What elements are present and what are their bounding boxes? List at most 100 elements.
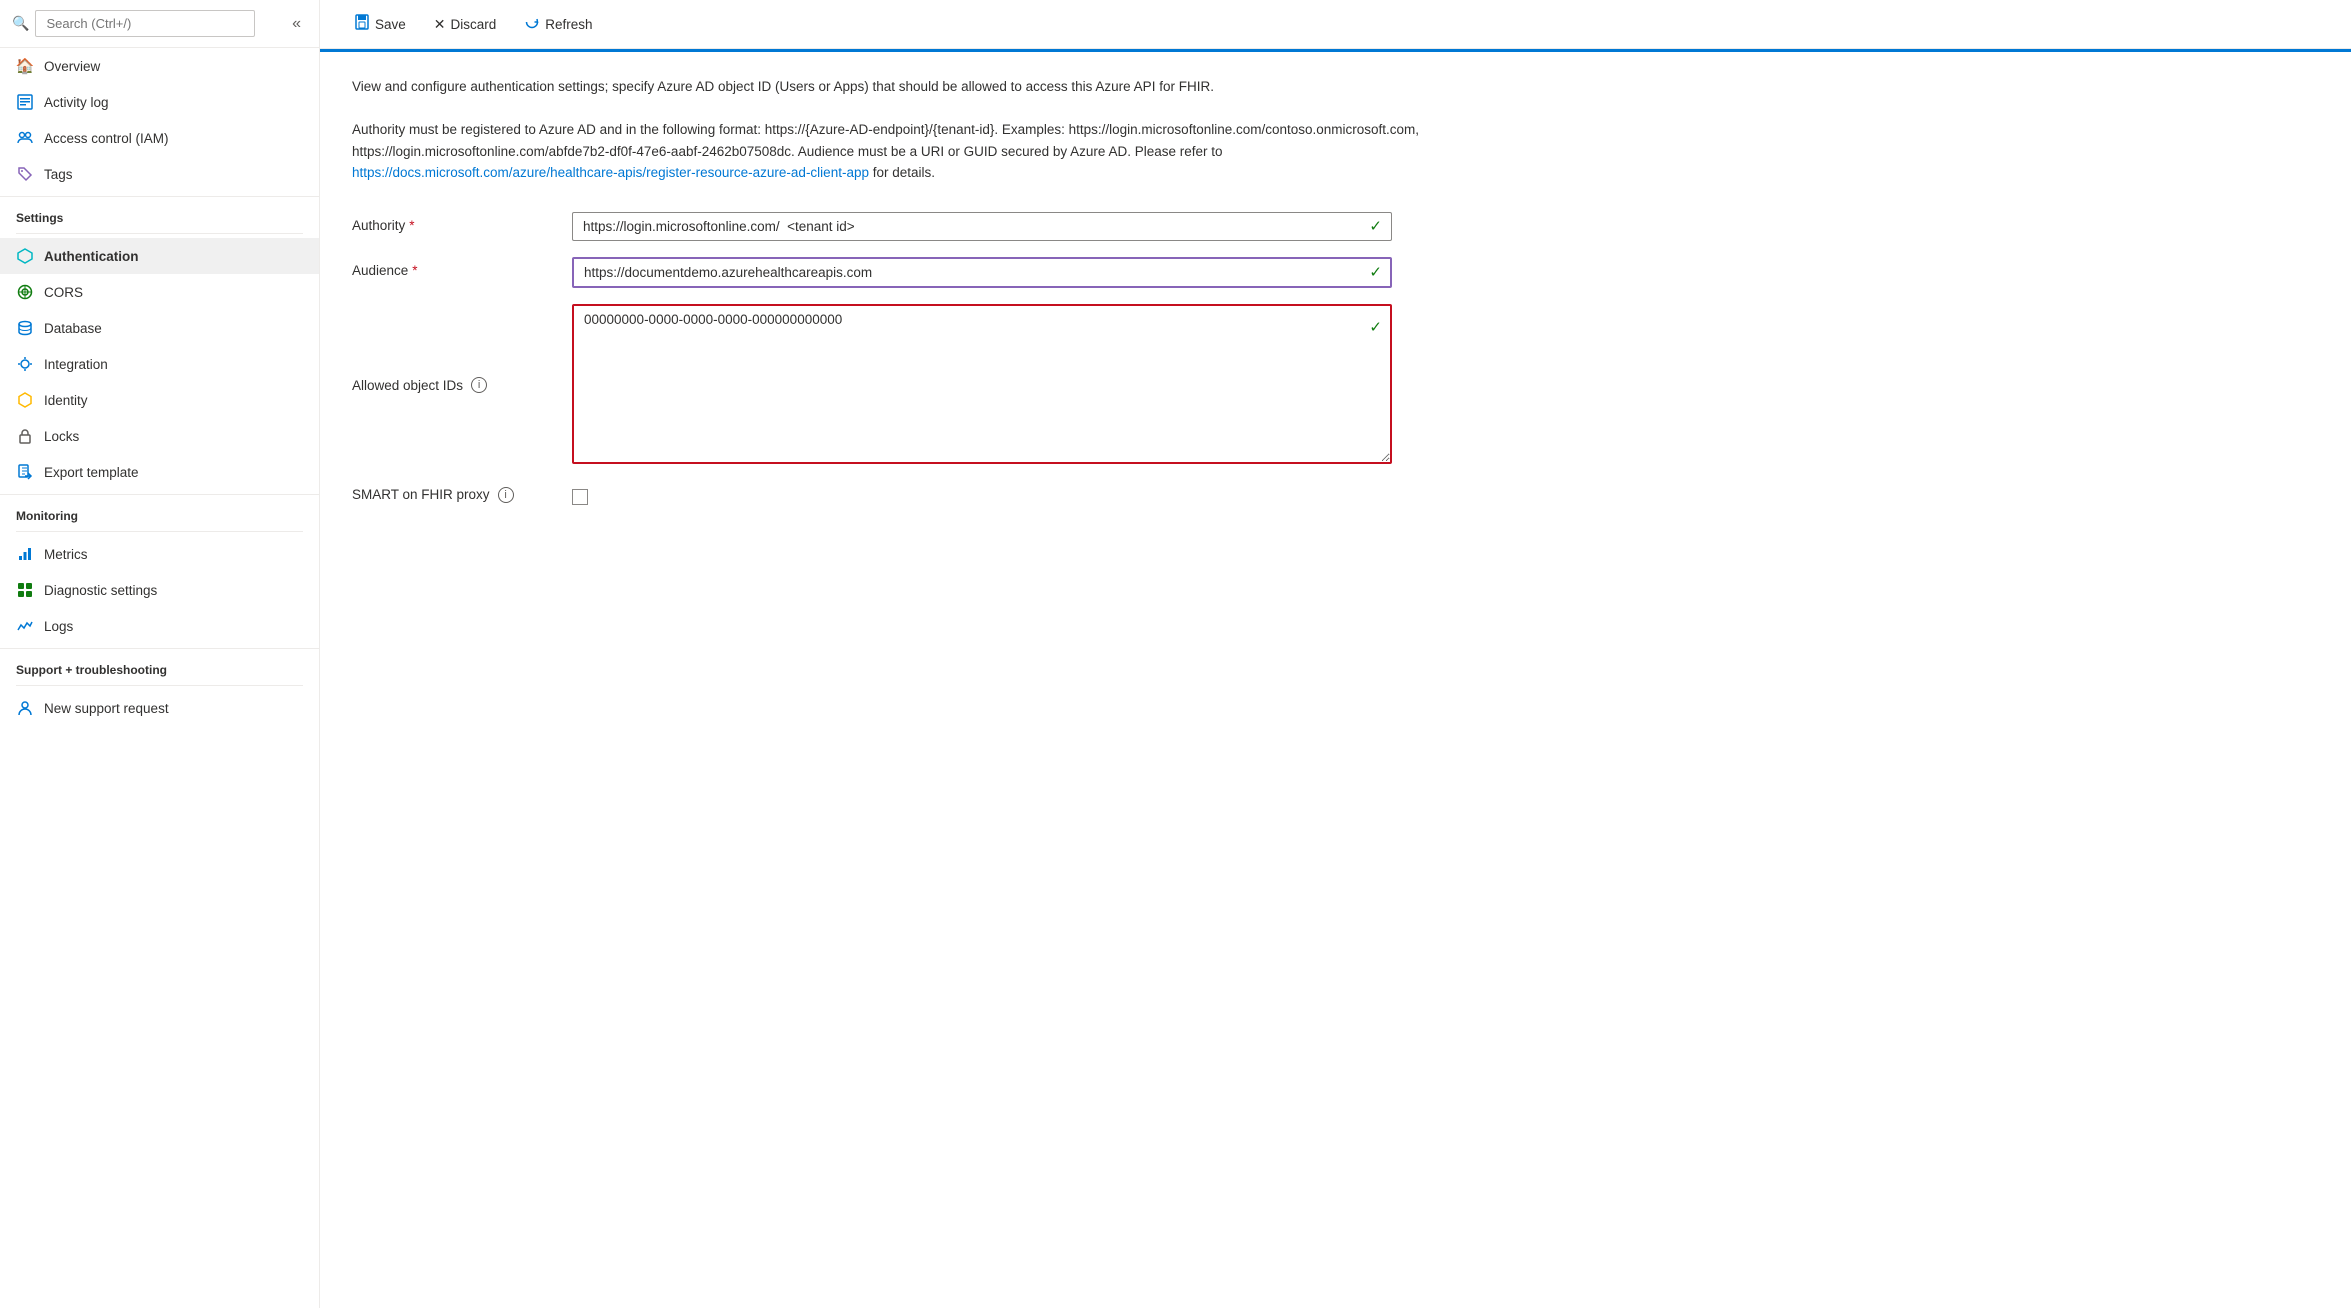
allowed-object-ids-valid-icon: ✓	[1369, 318, 1382, 336]
sidebar-item-logs[interactable]: Logs	[0, 608, 319, 644]
sidebar-item-label: Locks	[44, 429, 79, 444]
authority-valid-icon: ✓	[1369, 217, 1382, 235]
sidebar: 🔍 « 🏠 Overview Activity log Access contr…	[0, 0, 320, 1308]
audience-input[interactable]	[572, 257, 1392, 288]
metrics-icon	[16, 545, 34, 563]
sidebar-item-access-control[interactable]: Access control (IAM)	[0, 120, 319, 156]
audience-required: *	[412, 263, 417, 278]
sidebar-item-label: Authentication	[44, 249, 139, 264]
monitoring-divider	[16, 531, 303, 532]
sidebar-item-label: CORS	[44, 285, 83, 300]
authority-input[interactable]	[572, 212, 1392, 241]
sidebar-item-overview[interactable]: 🏠 Overview	[0, 48, 319, 84]
smart-fhir-label: SMART on FHIR proxy i	[352, 475, 572, 515]
description-text2: Authority must be registered to Azure AD…	[352, 122, 1419, 159]
authority-label-text: Authority	[352, 218, 405, 233]
authority-required: *	[409, 218, 414, 233]
settings-section-label: Settings	[0, 196, 319, 229]
activity-log-icon	[16, 93, 34, 111]
monitoring-section-label: Monitoring	[0, 494, 319, 527]
sidebar-item-label: Activity log	[44, 95, 109, 110]
save-icon	[354, 14, 370, 34]
cors-icon	[16, 283, 34, 301]
sidebar-item-authentication[interactable]: Authentication	[0, 238, 319, 274]
smart-fhir-checkbox[interactable]	[572, 489, 588, 505]
sidebar-item-label: Diagnostic settings	[44, 583, 157, 598]
sidebar-item-cors[interactable]: CORS	[0, 274, 319, 310]
allowed-object-ids-label-text: Allowed object IDs	[352, 378, 463, 393]
sidebar-item-label: Logs	[44, 619, 73, 634]
sidebar-item-label: New support request	[44, 701, 169, 716]
search-input[interactable]	[35, 10, 255, 37]
description-block: View and configure authentication settin…	[352, 76, 1452, 184]
sidebar-item-label: Tags	[44, 167, 73, 182]
sidebar-item-label: Overview	[44, 59, 100, 74]
sidebar-item-label: Database	[44, 321, 102, 336]
integration-icon	[16, 355, 34, 373]
sidebar-item-activity-log[interactable]: Activity log	[0, 84, 319, 120]
authority-field: ✓	[572, 204, 1452, 249]
overview-icon: 🏠	[16, 57, 34, 75]
sidebar-item-identity[interactable]: Identity	[0, 382, 319, 418]
description-text3: for details.	[869, 165, 935, 180]
content-area: View and configure authentication settin…	[320, 49, 2351, 1308]
allowed-object-ids-label: Allowed object IDs i	[352, 296, 572, 475]
sidebar-item-metrics[interactable]: Metrics	[0, 536, 319, 572]
authority-label: Authority *	[352, 204, 572, 249]
sidebar-item-database[interactable]: Database	[0, 310, 319, 346]
collapse-button[interactable]: «	[286, 13, 307, 35]
toolbar: Save ✕ Discard Refresh	[320, 0, 2351, 49]
main-content: Save ✕ Discard Refresh View and configur…	[320, 0, 2351, 1308]
sidebar-item-tags[interactable]: Tags	[0, 156, 319, 192]
audience-field: ✓	[572, 249, 1452, 296]
locks-icon	[16, 427, 34, 445]
settings-divider	[16, 233, 303, 234]
sidebar-item-label: Integration	[44, 357, 108, 372]
identity-icon	[16, 391, 34, 409]
authentication-icon	[16, 247, 34, 265]
sidebar-item-locks[interactable]: Locks	[0, 418, 319, 454]
description-line2: Authority must be registered to Azure AD…	[352, 119, 1452, 184]
save-button[interactable]: Save	[340, 8, 420, 40]
diagnostic-settings-icon	[16, 581, 34, 599]
discard-button[interactable]: ✕ Discard	[420, 10, 511, 39]
sidebar-item-export-template[interactable]: Export template	[0, 454, 319, 490]
search-icon: 🔍	[12, 15, 29, 32]
discard-label: Discard	[451, 17, 497, 32]
refresh-icon	[524, 14, 540, 34]
allowed-object-ids-textarea[interactable]: <span data-bind="content.fields.allowed_…	[572, 304, 1392, 464]
refresh-button[interactable]: Refresh	[510, 8, 606, 40]
tags-icon	[16, 165, 34, 183]
smart-fhir-field	[572, 475, 1452, 515]
audience-label-text: Audience	[352, 263, 408, 278]
sidebar-item-label: Identity	[44, 393, 88, 408]
save-label: Save	[375, 17, 406, 32]
allowed-object-ids-field: <span data-bind="content.fields.allowed_…	[572, 296, 1452, 475]
form-grid: Authority * ✓ Audience * ✓	[352, 204, 1452, 515]
discard-icon: ✕	[434, 16, 446, 33]
allowed-object-ids-input-wrapper: <span data-bind="content.fields.allowed_…	[572, 304, 1392, 467]
sidebar-item-integration[interactable]: Integration	[0, 346, 319, 382]
audience-label: Audience *	[352, 249, 572, 296]
sidebar-item-label: Export template	[44, 465, 139, 480]
access-control-icon	[16, 129, 34, 147]
database-icon	[16, 319, 34, 337]
audience-valid-icon: ✓	[1369, 263, 1382, 281]
support-divider	[16, 685, 303, 686]
logs-icon	[16, 617, 34, 635]
smart-fhir-label-text: SMART on FHIR proxy	[352, 487, 490, 502]
export-template-icon	[16, 463, 34, 481]
smart-fhir-info-icon[interactable]: i	[498, 487, 514, 503]
search-bar: 🔍 «	[0, 0, 319, 48]
allowed-object-ids-info-icon[interactable]: i	[471, 377, 487, 393]
refresh-label: Refresh	[545, 17, 592, 32]
sidebar-item-new-support-request[interactable]: New support request	[0, 690, 319, 726]
sidebar-item-label: Metrics	[44, 547, 88, 562]
authority-input-wrapper: ✓	[572, 212, 1392, 241]
description-line1: View and configure authentication settin…	[352, 76, 1452, 98]
new-support-request-icon	[16, 699, 34, 717]
sidebar-item-diagnostic-settings[interactable]: Diagnostic settings	[0, 572, 319, 608]
audience-input-wrapper: ✓	[572, 257, 1392, 288]
description-link[interactable]: https://docs.microsoft.com/azure/healthc…	[352, 165, 869, 180]
sidebar-item-label: Access control (IAM)	[44, 131, 169, 146]
